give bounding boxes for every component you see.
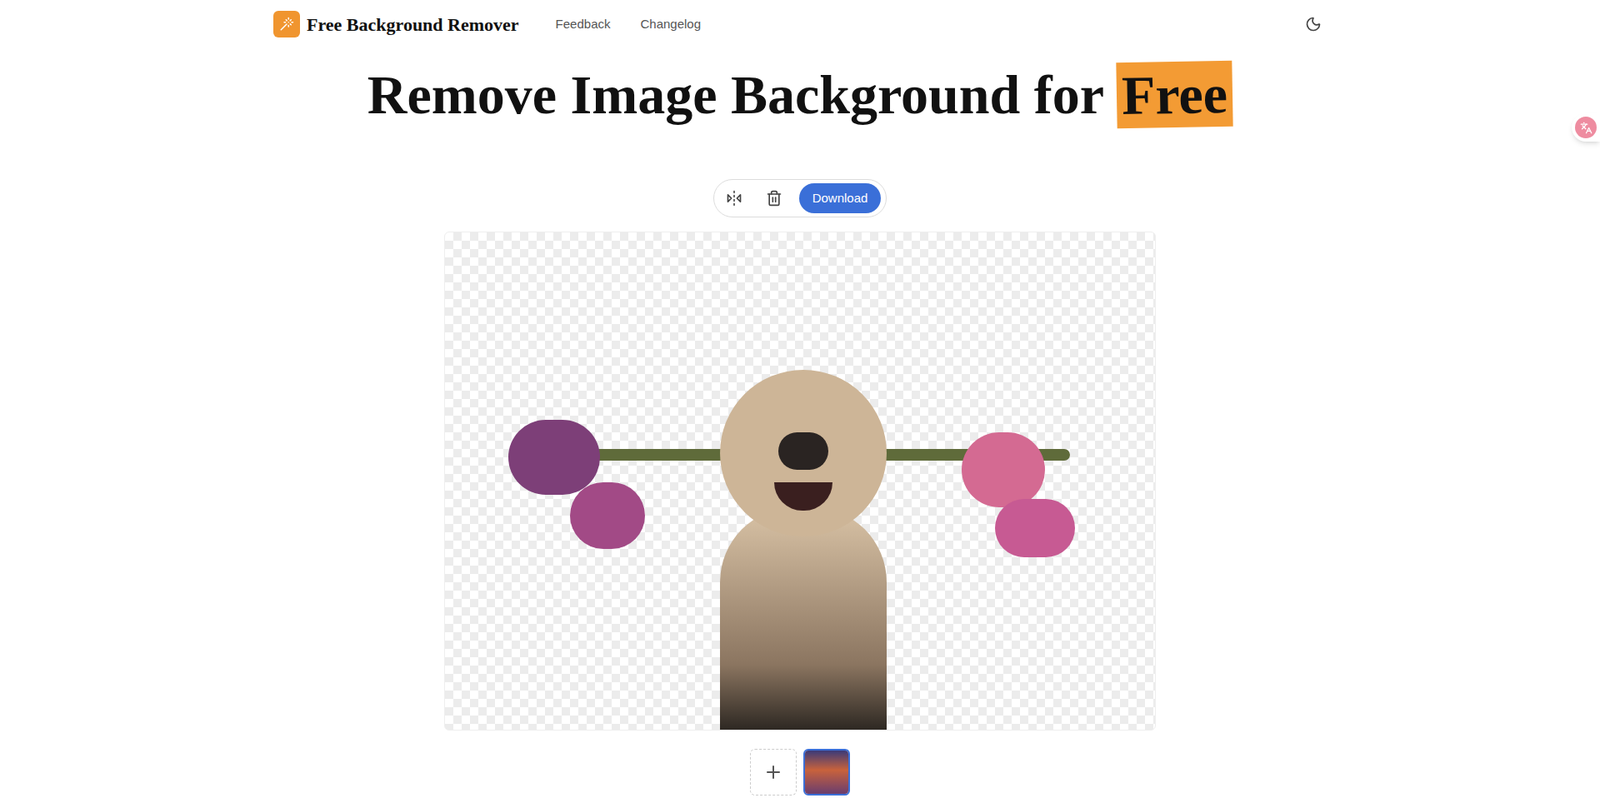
hero-title: Remove Image Background for Free <box>0 61 1600 128</box>
toolbar: Download <box>713 179 888 218</box>
add-image-button[interactable] <box>750 749 797 796</box>
page: Free Background Remover Feedback Changelog… <box>0 0 1600 798</box>
theme-toggle[interactable] <box>1300 10 1327 38</box>
nav-link[interactable]: Feedback <box>555 15 611 35</box>
thumbnail-strip <box>0 749 1600 796</box>
download-button[interactable]: Download <box>799 183 882 214</box>
moon-icon <box>1305 15 1322 33</box>
translate-widget[interactable] <box>1571 113 1600 142</box>
header: Free Background Remover Feedback Changelog <box>273 0 1327 49</box>
nav: Feedback Changelog <box>555 15 701 35</box>
plus-icon <box>763 762 784 783</box>
thumbnail[interactable] <box>803 749 850 796</box>
logo-icon <box>273 10 300 38</box>
delete-button[interactable] <box>759 183 790 214</box>
nav-link[interactable]: Changelog <box>640 15 701 35</box>
compare-button[interactable] <box>719 183 750 214</box>
trash-icon <box>765 190 783 207</box>
result-canvas <box>444 231 1156 731</box>
brand[interactable]: Free Background Remover <box>273 10 520 39</box>
cutout-image <box>445 232 1155 730</box>
compare-icon <box>725 190 743 207</box>
hero-highlight: Free <box>1116 60 1234 130</box>
translate-icon <box>1575 116 1597 139</box>
